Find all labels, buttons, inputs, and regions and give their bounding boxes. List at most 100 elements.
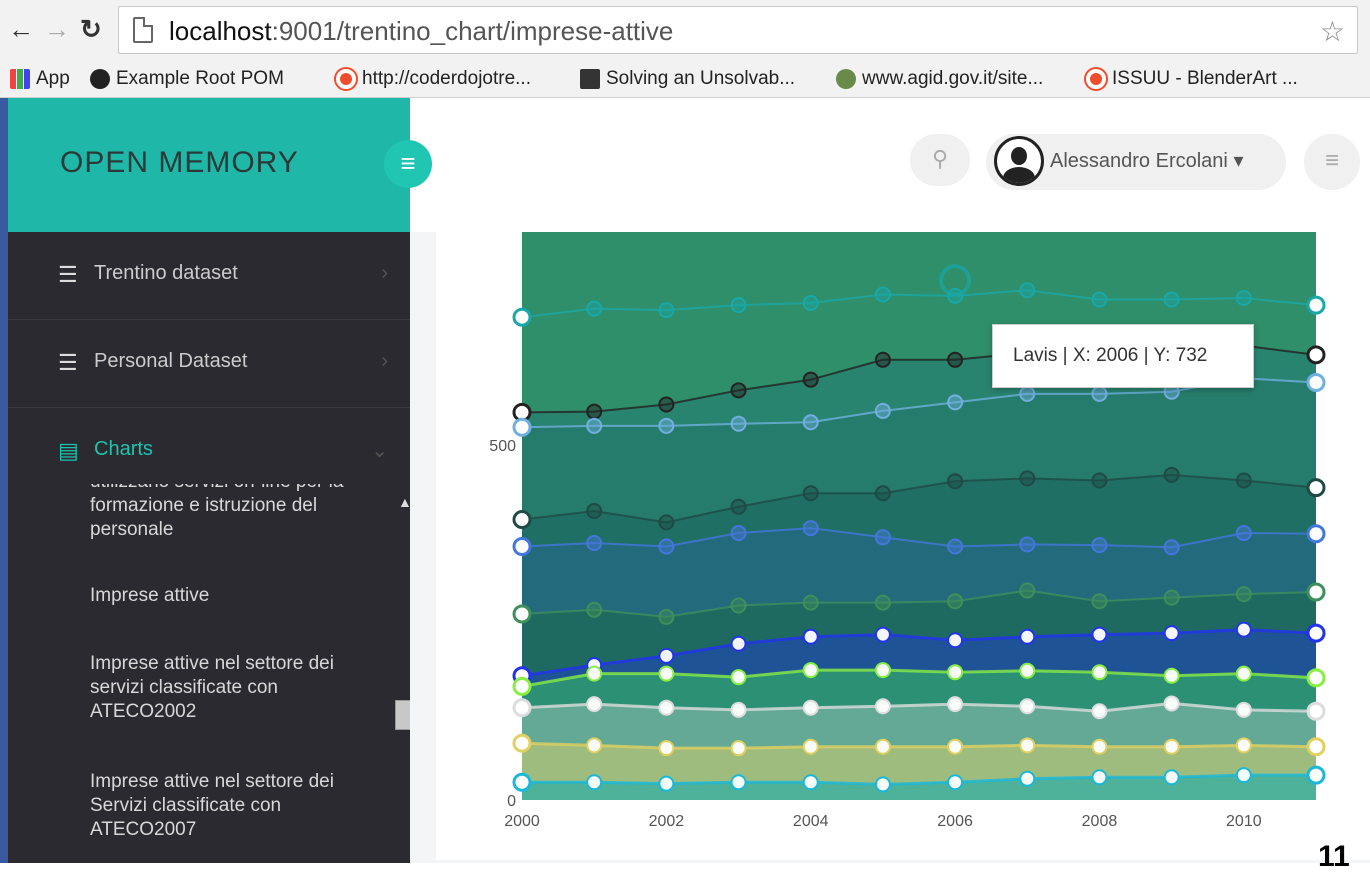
- user-menu[interactable]: Alessandro Ercolani ▾: [986, 134, 1286, 190]
- reload-icon[interactable]: ↻: [80, 14, 102, 44]
- sidebar-item-personal-dataset[interactable]: ☰ Personal Dataset ›: [8, 320, 410, 408]
- data-point: [1306, 737, 1326, 757]
- chart-card: 0 500 2000 2002 2004 2006 2008 2010 Lavis | X: …: [436, 232, 1370, 860]
- bookmark-apps[interactable]: App: [10, 68, 70, 90]
- data-point: [874, 594, 891, 611]
- sidebar-item-label: Charts: [94, 438, 153, 460]
- forward-arrow-icon[interactable]: →: [44, 14, 70, 44]
- data-point: [658, 417, 675, 434]
- data-point: [1306, 668, 1326, 688]
- data-point: [1235, 701, 1252, 718]
- data-point: [1019, 282, 1036, 299]
- data-point: [947, 696, 964, 713]
- data-point: [512, 604, 532, 624]
- bookmark-example-root-pom[interactable]: Example Root POM: [90, 68, 284, 90]
- data-point: [586, 665, 603, 682]
- data-point: [1306, 582, 1326, 602]
- data-point: [802, 738, 819, 755]
- submenu-item-ateco2002[interactable]: Imprese attive nel settore dei servizi c…: [90, 652, 380, 724]
- data-point: [658, 608, 675, 625]
- sidebar-item-charts[interactable]: ▤ Charts ⌄: [8, 408, 410, 496]
- data-point: [874, 776, 891, 793]
- pin-icon: [580, 69, 600, 89]
- data-point: [730, 382, 747, 399]
- data-point: [1091, 738, 1108, 755]
- address-bar[interactable]: localhost:9001/trentino_chart/imprese-at…: [118, 6, 1358, 54]
- user-name-text: Alessandro Ercolani: [1050, 150, 1228, 172]
- back-arrow-icon[interactable]: ←: [8, 14, 34, 44]
- data-point: [1163, 539, 1180, 556]
- data-point: [947, 538, 964, 555]
- data-point: [1306, 623, 1326, 643]
- data-point: [947, 593, 964, 610]
- y-tick-label: 500: [489, 438, 516, 455]
- data-point: [947, 774, 964, 791]
- data-point: [586, 403, 603, 420]
- data-point: [730, 635, 747, 652]
- brand-header: OPEN MEMORY: [8, 98, 410, 232]
- data-point: [1235, 621, 1252, 638]
- data-point: [1306, 478, 1326, 498]
- data-point: [1091, 291, 1108, 308]
- data-point: [1091, 664, 1108, 681]
- data-point: [730, 774, 747, 791]
- data-point: [1163, 695, 1180, 712]
- data-point: [1091, 769, 1108, 786]
- data-point: [1019, 698, 1036, 715]
- data-point: [1163, 291, 1180, 308]
- data-point: [658, 396, 675, 413]
- url-host: localhost: [169, 16, 272, 46]
- data-point: [730, 669, 747, 686]
- data-point: [947, 664, 964, 681]
- data-point: [658, 647, 675, 664]
- page-number: 11: [1318, 840, 1350, 873]
- browser-nav-row: ← → ↻ localhost:9001/trentino_chart/impr…: [0, 0, 1370, 62]
- x-tick-label: 2006: [937, 813, 973, 830]
- data-point: [1306, 701, 1326, 721]
- hamburger-menu-button[interactable]: ≡: [1304, 134, 1360, 190]
- sidebar-toggle-button[interactable]: ≡: [384, 140, 432, 188]
- data-point: [512, 772, 532, 792]
- data-point: [802, 594, 819, 611]
- bookmarks-bar: App Example Root POM http://coderdojotre…: [0, 62, 1370, 98]
- submenu-item-imprese-attive[interactable]: Imprese attive: [90, 584, 380, 608]
- sidebar: OPEN MEMORY ☰ Trentino dataset › ☰ Perso…: [0, 98, 418, 863]
- chevron-right-icon: ›: [381, 262, 388, 284]
- data-point: [1163, 466, 1180, 483]
- bookmark-solving[interactable]: Solving an Unsolvab...: [580, 68, 795, 90]
- data-point: [1091, 626, 1108, 643]
- data-point: [658, 699, 675, 716]
- bookmark-star-icon[interactable]: ☆: [1320, 15, 1345, 48]
- caret-down-icon: ▾: [1233, 150, 1244, 172]
- data-point: [1235, 737, 1252, 754]
- data-point: [802, 628, 819, 645]
- hamburger-icon: ≡: [1324, 147, 1339, 174]
- data-point: [947, 394, 964, 411]
- search-icon: ⚲: [931, 146, 949, 171]
- bookmark-coderdojo[interactable]: http://coderdojotre...: [336, 68, 531, 90]
- data-point: [586, 737, 603, 754]
- data-point: [730, 297, 747, 314]
- data-point: [802, 662, 819, 679]
- brand-title[interactable]: OPEN MEMORY: [60, 146, 299, 180]
- url-text[interactable]: localhost:9001/trentino_chart/imprese-at…: [169, 16, 673, 47]
- data-point: [1306, 524, 1326, 544]
- data-point: [1306, 345, 1326, 365]
- sidebar-item-trentino-dataset[interactable]: ☰ Trentino dataset ›: [8, 232, 410, 320]
- bookmark-label: www.agid.gov.it/site...: [862, 68, 1044, 89]
- data-point: [658, 302, 675, 319]
- x-tick-label: 2008: [1082, 813, 1118, 830]
- data-point: [586, 417, 603, 434]
- bookmark-label: ISSUU - BlenderArt ...: [1112, 68, 1298, 89]
- data-point: [802, 774, 819, 791]
- bookmark-issuu[interactable]: ISSUU - BlenderArt ...: [1086, 68, 1298, 90]
- data-point: [947, 473, 964, 490]
- submenu-item-ateco2007[interactable]: Imprese attive nel settore dei Servizi c…: [90, 770, 380, 842]
- data-point: [586, 601, 603, 618]
- bookmark-label: Example Root POM: [116, 68, 284, 89]
- bookmark-agid[interactable]: www.agid.gov.it/site...: [836, 68, 1043, 90]
- data-point: [1019, 470, 1036, 487]
- user-name: Alessandro Ercolani ▾: [1050, 148, 1243, 173]
- submenu-item-formazione[interactable]: utilizzano servizi on-line per la formaz…: [90, 484, 380, 542]
- search-button[interactable]: ⚲: [910, 134, 970, 186]
